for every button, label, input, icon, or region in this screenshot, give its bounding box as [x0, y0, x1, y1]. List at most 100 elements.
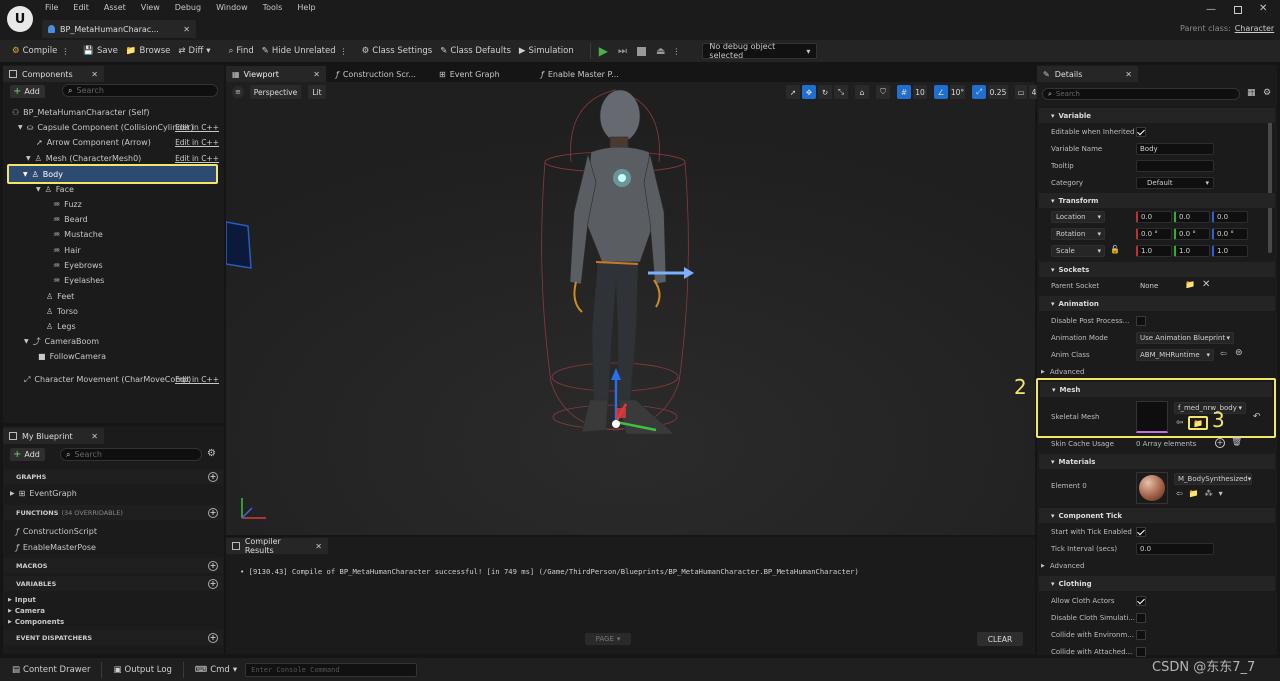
- browse-asset-icon[interactable]: 📁: [1189, 489, 1199, 498]
- use-selected-icon[interactable]: ⇦: [1176, 489, 1183, 498]
- use-selected-icon[interactable]: ⇦: [1176, 418, 1184, 428]
- tab-event-graph[interactable]: ⊞ Event Graph: [433, 66, 506, 82]
- select-tool-icon[interactable]: ➚: [786, 85, 800, 99]
- menu-help[interactable]: Help: [297, 3, 315, 12]
- section-component-tick[interactable]: ▾ Component Tick: [1039, 508, 1275, 523]
- tree-item-body-selected[interactable]: ▼ ♙ Body: [7, 164, 218, 184]
- my-blueprint-search-input[interactable]: ⌕ Search: [60, 448, 202, 461]
- debug-object-select[interactable]: No debug object selected ▾: [702, 42, 818, 60]
- scale-y-input[interactable]: 1.0: [1174, 245, 1210, 257]
- viewport-menu-icon[interactable]: ≡: [232, 86, 244, 98]
- step-icon[interactable]: ⏭: [618, 46, 627, 57]
- my-blueprint-tab[interactable]: My Blueprint ✕: [3, 428, 104, 444]
- tree-item-torso[interactable]: ♙ Torso: [0, 304, 222, 319]
- perspective-button[interactable]: Perspective: [250, 85, 301, 99]
- my-blueprint-add-button[interactable]: + Add: [10, 448, 45, 461]
- trash-icon[interactable]: 🗑: [1231, 437, 1242, 447]
- parent-class-link[interactable]: Character: [1235, 24, 1275, 33]
- maximize-icon[interactable]: [1234, 6, 1242, 14]
- content-drawer-button[interactable]: ▤ Content Drawer: [8, 661, 94, 679]
- expand-arrow-icon[interactable]: ▼: [23, 171, 28, 178]
- compile-options-icon[interactable]: ⋮: [61, 47, 69, 56]
- play-options-icon[interactable]: ⋮: [672, 47, 680, 56]
- menu-window[interactable]: Window: [216, 3, 248, 12]
- location-x-input[interactable]: 0.0: [1136, 211, 1172, 223]
- hide-unrelated-options-icon[interactable]: ⋮: [340, 47, 348, 56]
- components-tab[interactable]: Components ✕: [3, 66, 104, 82]
- checkbox-disable-post-process[interactable]: [1136, 316, 1146, 326]
- tree-item-legs[interactable]: ♙ Legs: [0, 319, 222, 334]
- checkbox-start-tick[interactable]: [1136, 527, 1146, 537]
- enable-master-pose-item[interactable]: ƒ EnableMasterPose: [0, 540, 222, 555]
- rotation-mode-select[interactable]: Rotation ▾: [1051, 228, 1105, 240]
- coordinate-system-icon[interactable]: ⌂: [855, 85, 869, 99]
- chevron-down-icon[interactable]: ▾: [1219, 489, 1223, 498]
- menu-asset[interactable]: Asset: [104, 3, 126, 12]
- details-scrollbar[interactable]: [1268, 108, 1272, 253]
- section-mesh[interactable]: ▾ Mesh: [1040, 382, 1272, 397]
- category-select[interactable]: Default ▾: [1136, 177, 1214, 189]
- section-materials[interactable]: ▾ Materials: [1039, 454, 1275, 469]
- unreal-logo-icon[interactable]: U: [7, 6, 33, 32]
- checkbox-collide-env[interactable]: [1136, 630, 1146, 640]
- menu-edit[interactable]: Edit: [73, 3, 89, 12]
- class-defaults-button[interactable]: ✎ Class Defaults: [436, 42, 515, 60]
- location-y-input[interactable]: 0.0: [1174, 211, 1210, 223]
- expand-arrow-icon[interactable]: ▼: [24, 338, 29, 345]
- tooltip-input[interactable]: [1136, 160, 1214, 172]
- browse-socket-icon[interactable]: 📁: [1185, 280, 1195, 289]
- grid-snap-value[interactable]: 10: [913, 85, 927, 99]
- rotation-snap-icon[interactable]: ∠: [934, 85, 948, 99]
- section-animation[interactable]: ▾ Animation: [1039, 296, 1275, 311]
- asset-tab[interactable]: BP_MetaHumanCharac... ✕: [42, 20, 196, 38]
- scale-x-input[interactable]: 1.0: [1136, 245, 1172, 257]
- tree-item-beard[interactable]: ♒ Beard: [0, 212, 222, 227]
- components-search-input[interactable]: ⌕ Search: [62, 84, 218, 97]
- section-sockets[interactable]: ▾ Sockets: [1039, 262, 1275, 277]
- tab-viewport[interactable]: ▦ Viewport ✕: [226, 66, 326, 82]
- add-graph-icon[interactable]: +: [208, 471, 218, 482]
- checkbox-collide-attached[interactable]: [1136, 647, 1146, 657]
- eject-icon[interactable]: ⏏: [656, 46, 665, 57]
- translate-tool-icon[interactable]: ✥: [802, 85, 816, 99]
- construction-script-item[interactable]: ƒ ConstructionScript: [0, 524, 222, 539]
- play-icon[interactable]: ▶: [599, 44, 608, 58]
- checkbox-disable-cloth[interactable]: [1136, 613, 1146, 623]
- stop-icon[interactable]: [636, 46, 646, 56]
- diff-button[interactable]: ⇄ Diff ▾: [174, 42, 214, 60]
- graphs-section[interactable]: GRAPHS +: [4, 469, 223, 484]
- section-variable[interactable]: ▾ Variable: [1039, 108, 1275, 123]
- clear-button[interactable]: CLEAR: [977, 632, 1023, 646]
- tree-item-self[interactable]: ⚇ BP_MetaHumanCharacter (Self): [0, 105, 222, 120]
- skeletal-mesh-select[interactable]: f_med_nrw_body ▾: [1174, 402, 1246, 414]
- tab-close-icon[interactable]: ✕: [183, 25, 190, 34]
- add-variable-icon[interactable]: +: [208, 578, 218, 589]
- menu-view[interactable]: View: [141, 3, 160, 12]
- output-log-button[interactable]: ▣ Output Log: [109, 661, 175, 679]
- tab-construction-script[interactable]: ƒ Construction Scr...: [330, 66, 422, 82]
- close-icon[interactable]: ✕: [91, 432, 98, 441]
- var-category-components[interactable]: ▶ Components: [0, 614, 222, 629]
- close-window-icon[interactable]: ✕: [1259, 3, 1267, 14]
- save-button[interactable]: 💾 Save: [79, 42, 121, 60]
- components-add-button[interactable]: + Add: [10, 85, 45, 98]
- tab-enable-master-pose[interactable]: ƒ Enable Master P...: [535, 66, 625, 82]
- simulation-button[interactable]: ▶ Simulation: [515, 42, 578, 60]
- tree-item-eyelashes[interactable]: ♒ Eyelashes: [0, 273, 222, 288]
- menu-tools[interactable]: Tools: [263, 3, 283, 12]
- tree-item-charmove[interactable]: ⤢ Character Movement (CharMoveComp) Edit i…: [0, 372, 222, 387]
- rotation-z-input[interactable]: 0.0 °: [1212, 228, 1248, 240]
- viewport[interactable]: [226, 82, 1035, 535]
- rotation-snap-value[interactable]: 10°: [950, 85, 965, 99]
- tree-item-cameraboom[interactable]: ▼ ⤴ CameraBoom: [0, 334, 222, 349]
- add-element-icon[interactable]: +: [1215, 438, 1225, 448]
- edit-in-cpp-link[interactable]: Edit in C++: [175, 138, 219, 147]
- table-view-icon[interactable]: ▦: [1247, 88, 1256, 98]
- view-mode-button[interactable]: Lit: [308, 85, 326, 99]
- section-transform[interactable]: ▾ Transform: [1039, 193, 1275, 208]
- expand-arrow-icon[interactable]: ▼: [18, 124, 23, 131]
- event-graph-item[interactable]: ▶ ⊞ EventGraph: [0, 486, 222, 501]
- details-tab[interactable]: ✎ Details ✕: [1037, 66, 1138, 82]
- surface-snap-icon[interactable]: ⛉: [876, 85, 890, 99]
- tree-item-hair[interactable]: ♒ Hair: [0, 243, 222, 258]
